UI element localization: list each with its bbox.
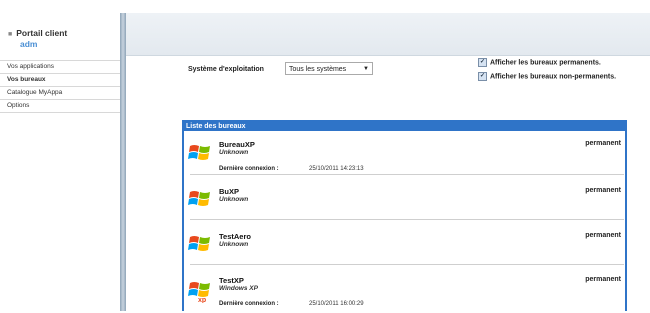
list-item[interactable]: BuXP Unknown permanent [184,179,625,219]
user-name[interactable]: adm [20,39,67,49]
show-non-permanent-checkbox[interactable]: ✓ Afficher les bureaux non-permanents. [478,72,616,81]
sidebar-item-options[interactable]: Options [0,100,120,113]
windows-xp-logo-icon: xp [188,282,210,303]
desktop-list: Liste des bureaux BureauXP Unknown Derni… [182,120,627,311]
checkbox-checked-icon[interactable]: ✓ [478,58,487,67]
desktop-name[interactable]: BuXP [219,187,239,196]
last-connection-label: Dernière connexion : [219,301,279,307]
portal-header: ■ Portail client adm [8,28,67,49]
svg-text:xp: xp [198,297,206,303]
list-item[interactable]: xp TestXP Windows XP Dernière connexion … [184,269,625,313]
os-filter-value: Tous les systèmes [289,66,347,73]
list-item[interactable]: TestAero Unknown permanent [184,224,625,264]
show-permanent-checkbox[interactable]: ✓ Afficher les bureaux permanents. [478,58,601,67]
sidebar-item-catalogue[interactable]: Catalogue MyAppa [0,87,120,100]
desktop-name[interactable]: TestXP [219,276,244,285]
desktop-status: permanent [585,232,621,239]
bullet-icon: ■ [8,31,13,38]
last-connection-label: Dernière connexion : [219,166,279,172]
sidebar-nav: Vos applications Vos bureaux Catalogue M… [0,60,120,113]
desktop-status: permanent [585,187,621,194]
desktop-list-title: Liste des bureaux [184,122,625,131]
os-filter-label: Système d'exploitation [188,66,264,73]
desktop-status: permanent [585,140,621,147]
windows-logo-icon [188,191,210,206]
sidebar-item-applications[interactable]: Vos applications [0,60,120,74]
desktop-os: Windows XP [219,285,258,292]
last-connection-date: 25/10/2011 16:00:29 [309,301,364,307]
portal-title: Portail client [16,28,68,38]
divider [190,219,624,220]
sidebar-item-bureaux[interactable]: Vos bureaux [0,74,120,87]
show-non-permanent-label: Afficher les bureaux non-permanents. [490,73,617,81]
desktop-os: Unknown [219,149,249,156]
os-filter-select[interactable]: Tous les systèmes ▼ [285,62,373,75]
desktop-name[interactable]: TestAero [219,232,251,241]
chevron-down-icon: ▼ [363,66,369,72]
sidebar-splitter[interactable] [120,13,126,311]
show-permanent-label: Afficher les bureaux permanents. [490,59,601,67]
windows-logo-icon [188,145,210,160]
desktop-status: permanent [585,276,621,283]
sidebar: ■ Portail client adm Vos applications Vos… [0,0,120,311]
desktop-os: Unknown [219,241,249,248]
desktop-os: Unknown [219,196,249,203]
header-band [126,13,650,56]
windows-logo-icon [188,236,210,251]
desktop-name[interactable]: BureauXP [219,140,255,149]
divider [190,264,624,265]
last-connection-date: 25/10/2011 14:23:13 [309,166,364,172]
divider [190,174,624,175]
checkbox-checked-icon[interactable]: ✓ [478,72,487,81]
